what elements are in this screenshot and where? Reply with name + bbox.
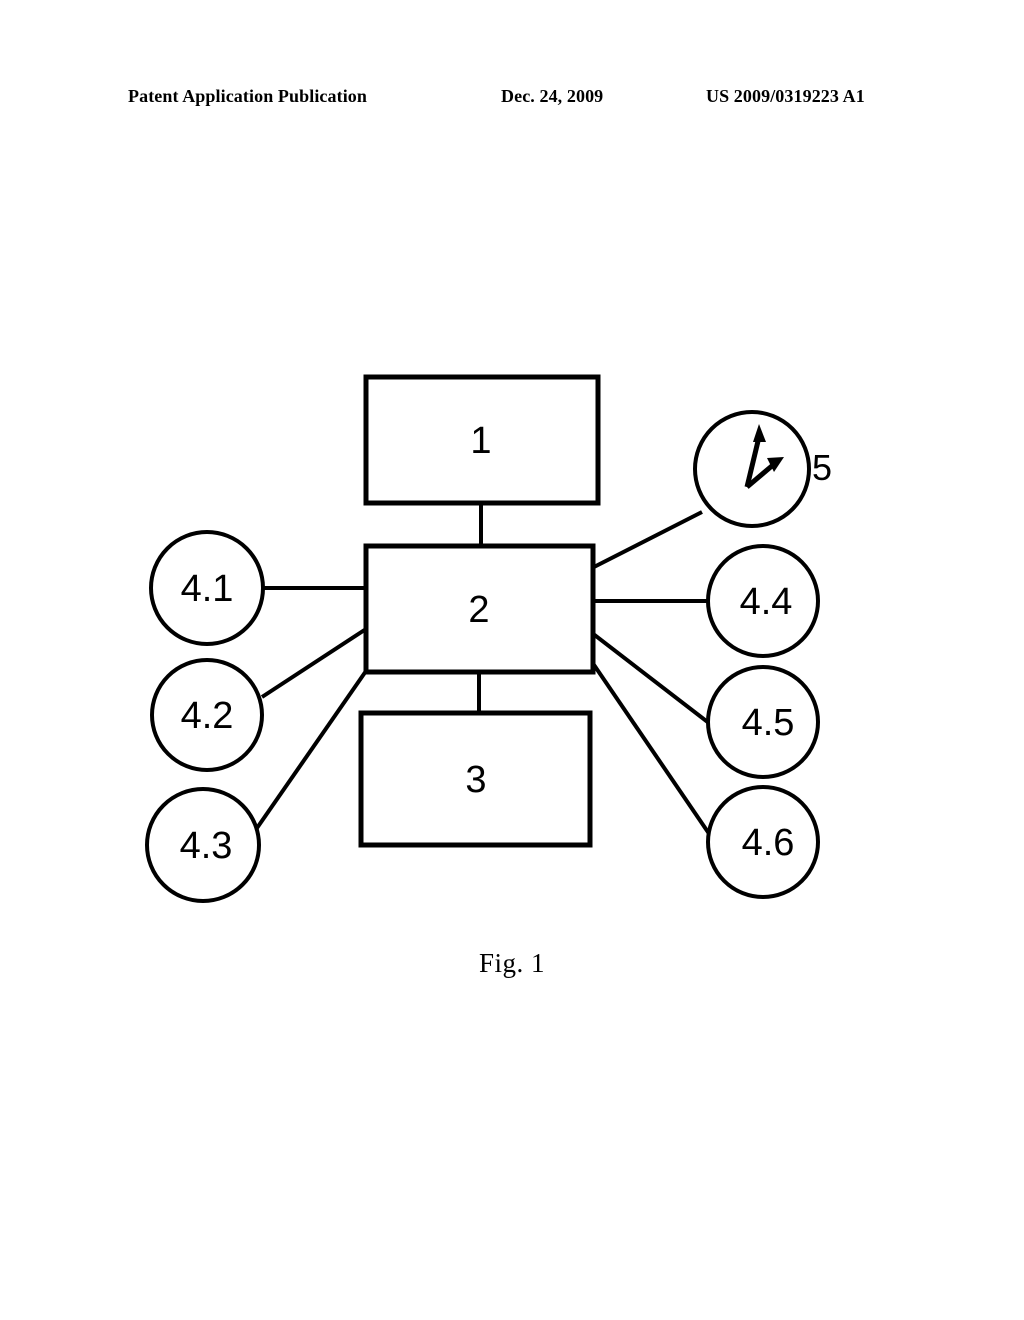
clock-reference-label: 5 xyxy=(812,447,832,488)
node-circle-4-1: 4.1 xyxy=(149,530,265,646)
figure-1: 1 2 3 4.1 4.2 4.3 4.4 4.5 4.6 5 Fig. 1 xyxy=(0,0,1024,1320)
box-2-label: 2 xyxy=(468,589,489,631)
node-circle-4-5: 4.5 xyxy=(706,665,820,779)
circle-4-4-label: 4.4 xyxy=(740,581,793,623)
circle-4-2-label: 4.2 xyxy=(181,695,234,737)
node-circle-4-6: 4.6 xyxy=(706,785,820,899)
connector-box2-clock xyxy=(591,510,703,570)
patent-page: Patent Application Publication Dec. 24, … xyxy=(0,0,1024,1320)
node-box-3: 3 xyxy=(358,710,593,848)
node-clock-5: 5 xyxy=(693,410,832,528)
node-box-2: 2 xyxy=(363,543,596,675)
connector-4-2-box2 xyxy=(260,627,368,699)
circle-4-3-label: 4.3 xyxy=(180,825,233,867)
box-1-label: 1 xyxy=(470,420,491,462)
circle-4-6-label: 4.6 xyxy=(742,822,795,864)
connector-4-3-box2 xyxy=(255,669,368,830)
circle-4-1-label: 4.1 xyxy=(181,568,234,610)
node-circle-4-3: 4.3 xyxy=(145,787,261,903)
box-3-label: 3 xyxy=(465,759,486,801)
figure-caption: Fig. 1 xyxy=(478,948,546,978)
node-box-1: 1 xyxy=(363,374,601,506)
connector-box2-4-6 xyxy=(590,660,729,862)
figure-1-drawing: 1 2 3 4.1 4.2 4.3 4.4 4.5 4.6 5 xyxy=(145,374,832,903)
circle-4-5-label: 4.5 xyxy=(742,702,795,744)
node-circle-4-4: 4.4 xyxy=(706,544,820,658)
node-circle-4-2: 4.2 xyxy=(150,658,264,772)
